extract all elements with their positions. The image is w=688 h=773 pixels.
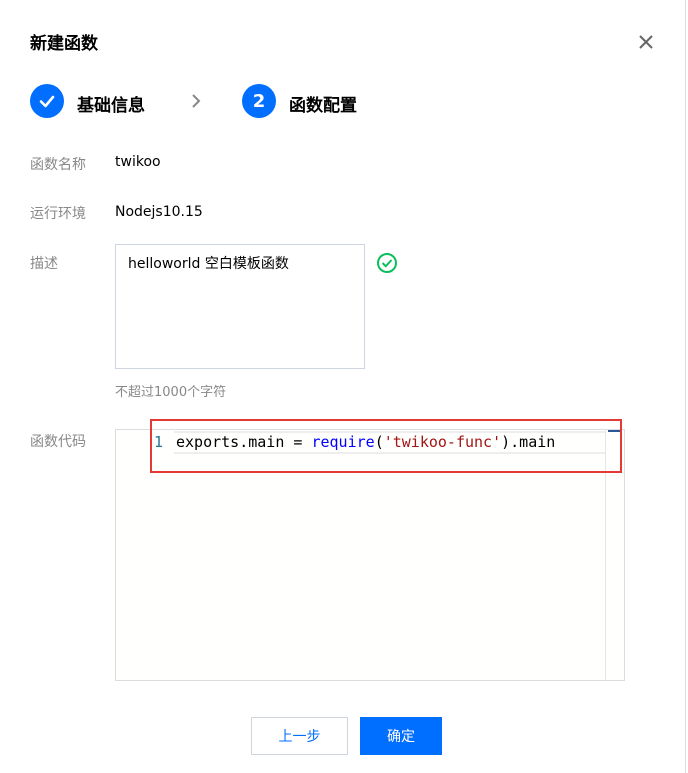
function-name-value: twikoo (115, 154, 161, 170)
code-token: exports.main = (176, 433, 312, 451)
previous-step-button[interactable]: 上一步 (251, 717, 348, 755)
code-token: ).main (501, 433, 556, 451)
code-token: ( (374, 433, 384, 451)
chevron-right-icon (192, 94, 201, 108)
step-indicator: 基础信息 2 函数配置 (30, 84, 430, 120)
runtime-label: 运行环境 (30, 206, 86, 222)
close-icon[interactable] (636, 32, 656, 52)
description-label: 描述 (30, 256, 58, 272)
code-editor[interactable]: 1 exports.main = require('twikoo-func').… (115, 429, 625, 681)
description-textarea[interactable]: helloworld 空白模板函数 (115, 244, 365, 369)
create-function-dialog: 新建函数 基础信息 2 函数配置 函数名称 twikoo 运行环境 Nodejs… (0, 0, 686, 773)
code-token-string: 'twikoo-func' (383, 433, 502, 451)
step-1-check-icon (30, 84, 64, 118)
confirm-button[interactable]: 确定 (360, 717, 442, 755)
step-2-label: 函数配置 (289, 96, 357, 116)
check-circle-icon (377, 253, 397, 273)
code-line[interactable]: exports.main = require('twikoo-func').ma… (176, 433, 555, 451)
dialog-title: 新建函数 (30, 34, 98, 54)
code-token-function: require (311, 433, 375, 451)
description-hint: 不超过1000个字符 (115, 385, 227, 400)
code-gutter (116, 430, 151, 680)
step-2-number: 2 (242, 84, 276, 118)
code-scrollbar[interactable] (605, 430, 624, 680)
function-name-label: 函数名称 (30, 157, 86, 173)
function-code-label: 函数代码 (30, 434, 86, 450)
line-number: 1 (154, 433, 164, 451)
scroll-marker (608, 430, 622, 432)
step-1-label: 基础信息 (77, 96, 145, 116)
runtime-value: Nodejs10.15 (115, 204, 203, 220)
